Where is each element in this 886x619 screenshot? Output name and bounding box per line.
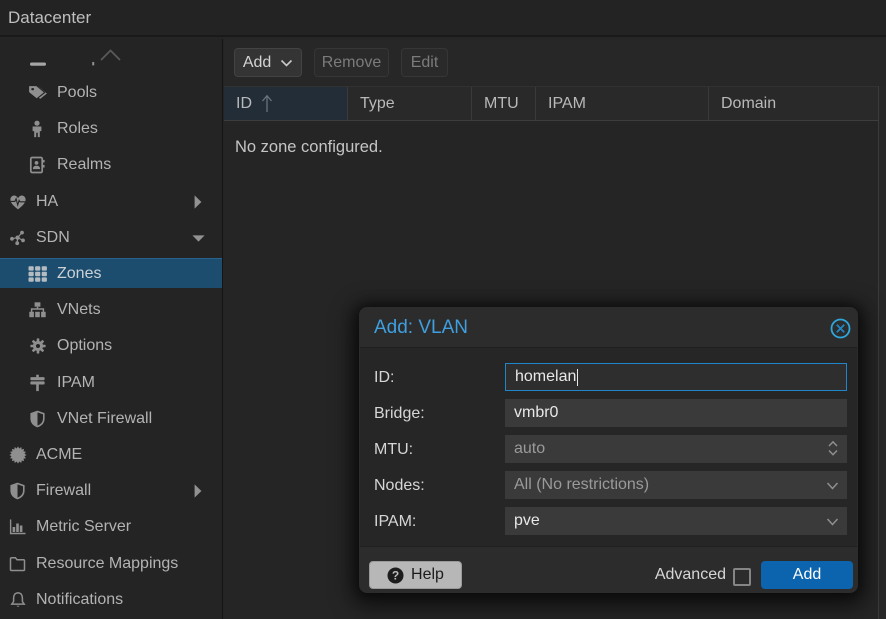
svg-text:?: ? bbox=[392, 568, 399, 582]
